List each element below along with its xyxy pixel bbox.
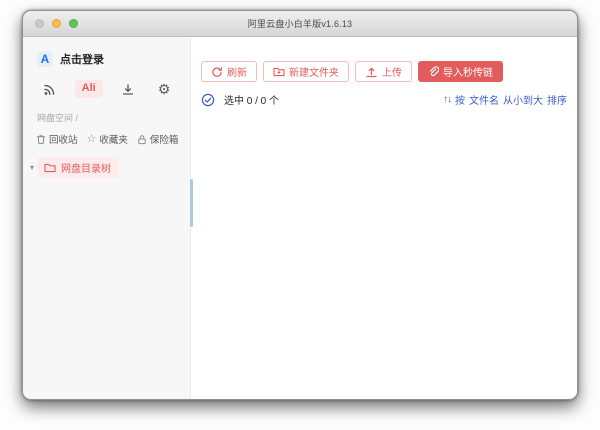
sidebar-tabs: Ali ⚙ bbox=[23, 67, 190, 98]
check-circle-icon[interactable] bbox=[201, 93, 215, 107]
login-label: 点击登录 bbox=[60, 54, 104, 66]
minimize-button[interactable] bbox=[52, 19, 61, 28]
refresh-label: 刷新 bbox=[227, 68, 247, 79]
caret-down-icon[interactable]: ▾ bbox=[30, 163, 34, 172]
refresh-button[interactable]: 刷新 bbox=[201, 61, 257, 82]
sidebar: A 点击登录 Ali ⚙ 网盘空间 / 回收站 ☆ 收藏夹 保险箱 ▾ 网盘目录… bbox=[23, 37, 191, 399]
folder-icon bbox=[44, 163, 56, 173]
titlebar: 阿里云盘小白羊版v1.6.13 bbox=[23, 11, 577, 37]
sort-suffix-label: 排序 bbox=[547, 96, 567, 107]
new-folder-label: 新建文件夹 bbox=[289, 68, 339, 79]
tree-item-root-folder[interactable]: 网盘目录树 bbox=[38, 157, 120, 178]
close-button[interactable] bbox=[35, 19, 44, 28]
sidebar-quick-row: 回收站 ☆ 收藏夹 保险箱 bbox=[23, 124, 190, 146]
sidebar-item-recycle-bin[interactable]: 回收站 bbox=[36, 132, 78, 146]
recycle-bin-label: 回收站 bbox=[49, 135, 78, 146]
toolbar: 刷新 新建文件夹 上传 导入秒传链 bbox=[191, 37, 577, 82]
lock-icon bbox=[137, 134, 147, 145]
favorites-label: 收藏夹 bbox=[99, 135, 128, 146]
app-logo: A bbox=[37, 51, 53, 67]
sidebar-section-label: 网盘空间 / bbox=[37, 113, 79, 123]
selection-status: 选中 0 / 0 个 bbox=[201, 92, 279, 107]
upload-label: 上传 bbox=[382, 68, 402, 79]
settings-gear-icon[interactable]: ⚙ bbox=[154, 80, 174, 98]
scrollbar-thumb[interactable] bbox=[190, 179, 193, 227]
folder-plus-icon bbox=[273, 67, 285, 77]
window-body: A 点击登录 Ali ⚙ 网盘空间 / 回收站 ☆ 收藏夹 保险箱 ▾ 网盘目录… bbox=[23, 37, 577, 399]
import-rapid-link-button[interactable]: 导入秒传链 bbox=[418, 61, 503, 82]
import-rapid-link-label: 导入秒传链 bbox=[443, 68, 493, 79]
desktop-background: 阿里云盘小白羊版v1.6.13 A 点击登录 Ali ⚙ 网盘空间 / 回收站 … bbox=[0, 0, 600, 430]
main-panel: 刷新 新建文件夹 上传 导入秒传链 选中 0 / 0 个 ↑↓ 按 文件名 从小… bbox=[191, 37, 577, 399]
download-icon[interactable] bbox=[118, 80, 138, 98]
new-folder-button[interactable]: 新建文件夹 bbox=[263, 61, 349, 82]
paperclip-icon bbox=[428, 66, 439, 77]
tab-ali[interactable]: Ali bbox=[74, 80, 103, 98]
sort-prefix-label: 按 bbox=[455, 96, 465, 107]
refresh-icon bbox=[211, 66, 223, 78]
safe-box-label: 保险箱 bbox=[149, 135, 179, 146]
rss-feed-icon[interactable] bbox=[39, 80, 59, 98]
trash-icon bbox=[36, 134, 46, 145]
selected-count: 选中 0 / 0 个 bbox=[224, 96, 280, 107]
login-button[interactable]: A 点击登录 bbox=[23, 47, 190, 67]
traffic-lights bbox=[35, 11, 78, 36]
sidebar-item-safe-box[interactable]: 保险箱 bbox=[137, 132, 179, 146]
status-row: 选中 0 / 0 个 ↑↓ 按 文件名 从小到大 排序 bbox=[191, 82, 577, 107]
upload-button[interactable]: 上传 bbox=[355, 61, 412, 82]
tree-item-label: 网盘目录树 bbox=[61, 164, 112, 175]
sidebar-tree: ▾ 网盘目录树 bbox=[23, 146, 190, 178]
star-icon: ☆ bbox=[86, 132, 97, 145]
sidebar-item-favorites[interactable]: ☆ 收藏夹 bbox=[87, 132, 128, 146]
sort-order-label[interactable]: 从小到大 bbox=[503, 92, 543, 107]
upload-icon bbox=[365, 66, 378, 78]
sort-control[interactable]: ↑↓ 按 文件名 从小到大 排序 bbox=[443, 92, 567, 107]
window-title: 阿里云盘小白羊版v1.6.13 bbox=[247, 19, 353, 29]
sort-field-label[interactable]: 文件名 bbox=[469, 92, 499, 107]
zoom-button[interactable] bbox=[69, 19, 78, 28]
app-window: 阿里云盘小白羊版v1.6.13 A 点击登录 Ali ⚙ 网盘空间 / 回收站 … bbox=[22, 10, 578, 400]
sort-arrows-icon: ↑↓ bbox=[443, 94, 452, 105]
